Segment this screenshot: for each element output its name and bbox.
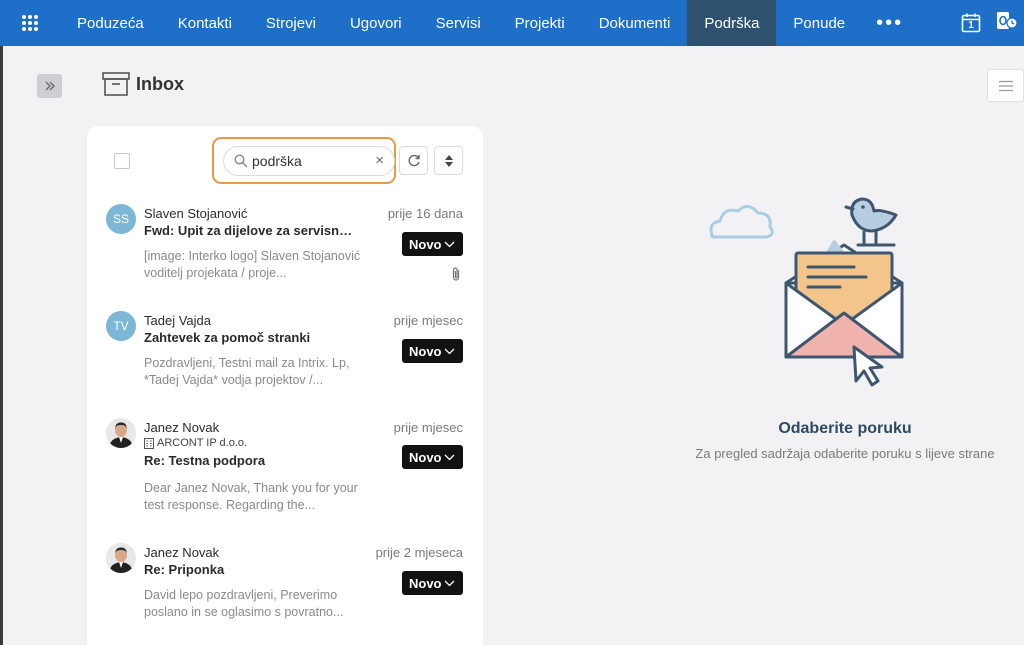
avatar: TV xyxy=(106,311,136,341)
calendar-day: 1 xyxy=(968,20,974,31)
nav-item-podrska[interactable]: Podrška xyxy=(687,0,777,46)
select-all-checkbox[interactable] xyxy=(114,153,130,169)
top-right-icons: 1 xyxy=(960,0,1024,46)
apps-grid-icon xyxy=(22,15,38,31)
nav-item-kontakti[interactable]: Kontakti xyxy=(161,0,249,46)
chevron-down-icon xyxy=(444,454,455,460)
refresh-icon xyxy=(408,154,420,166)
hamburger-menu-button[interactable] xyxy=(987,69,1024,102)
message-date: prije 16 dana xyxy=(387,206,463,221)
avatar xyxy=(106,418,136,448)
nav-item-strojevi[interactable]: Strojevi xyxy=(249,0,333,46)
status-dropdown[interactable]: Novo xyxy=(402,339,463,363)
search-input[interactable] xyxy=(252,152,372,170)
page-header: Inbox xyxy=(102,72,184,96)
calendar-button[interactable]: 1 xyxy=(960,12,982,34)
person-photo-icon xyxy=(106,543,136,573)
message-subject: Fwd: Upit za dijelove za servisnu ra... xyxy=(144,223,359,238)
archive-box-icon xyxy=(102,72,130,96)
nav-item-ponude[interactable]: Ponude xyxy=(776,0,862,46)
message-subject: Re: Testna podpora xyxy=(144,453,266,468)
empty-state-subtitle: Za pregled sadržaja odaberite poruku s l… xyxy=(695,446,995,461)
nav-item-poduzeca[interactable]: Poduzeća xyxy=(60,0,161,46)
message-snippet: David lepo pozdravljeni, Preverimo posla… xyxy=(144,588,344,619)
double-chevron-right-icon xyxy=(45,81,55,91)
search-clear-button[interactable]: × xyxy=(375,152,384,170)
outlook-icon xyxy=(997,11,1018,29)
apps-grid-button[interactable] xyxy=(0,0,60,46)
nav-item-servisi[interactable]: Servisi xyxy=(419,0,498,46)
chevron-down-icon xyxy=(444,580,455,586)
message-sender: Janez Novak xyxy=(144,420,220,435)
message-sender: Slaven Stojanović xyxy=(144,206,248,221)
outlook-button[interactable] xyxy=(996,10,1018,37)
message-item[interactable]: TV Tadej Vajda prije mjesec Zahtevek za … xyxy=(87,311,483,401)
company-name: ARCONT IP d.o.o. xyxy=(157,437,248,449)
avatar: SS xyxy=(106,204,136,234)
message-snippet: Pozdravljeni, Testni mail za Intrix. Lp,… xyxy=(144,356,350,387)
message-sender: Janez Novak xyxy=(144,545,220,560)
message-date: prije mjesec xyxy=(393,420,463,435)
message-snippet: [image: Interko logo] Slaven Stojanović … xyxy=(144,249,361,280)
message-subject: Zahtevek za pomoč stranki xyxy=(144,330,311,345)
sort-button[interactable] xyxy=(434,146,463,175)
chevron-down-icon xyxy=(444,348,455,354)
refresh-button[interactable] xyxy=(399,146,428,175)
cloud-icon xyxy=(709,205,774,239)
hamburger-icon xyxy=(998,80,1013,91)
status-dropdown[interactable]: Novo xyxy=(402,445,463,469)
nav-item-ugovori[interactable]: Ugovori xyxy=(333,0,419,46)
nav-item-dokumenti[interactable]: Dokumenti xyxy=(582,0,688,46)
page-title: Inbox xyxy=(136,73,184,94)
chevron-down-icon xyxy=(444,241,455,247)
message-item[interactable]: Janez Novak prije 2 mjeseca Re: Priponka… xyxy=(87,543,483,633)
message-item[interactable]: Janez Novak prije mjesec ARCONT IP d.o.o… xyxy=(87,418,483,518)
status-label: Novo xyxy=(409,449,442,465)
avatar xyxy=(106,543,136,573)
top-navigation: Poduzeća Kontakti Strojevi Ugovori Servi… xyxy=(0,0,1024,46)
building-icon xyxy=(144,437,154,449)
search-box: × xyxy=(223,146,395,176)
message-item[interactable]: SS Slaven Stojanović prije 16 dana Fwd: … xyxy=(87,204,483,294)
person-photo-icon xyxy=(106,418,136,448)
status-label: Novo xyxy=(409,343,442,359)
nav-more-button[interactable]: ••• xyxy=(862,0,917,46)
message-list-panel: × SS Slaven Stojanović prije 16 dana Fwd… xyxy=(87,126,483,645)
window-edge xyxy=(0,46,3,645)
status-label: Novo xyxy=(409,575,442,591)
expand-sidebar-button[interactable] xyxy=(37,74,62,98)
status-dropdown[interactable]: Novo xyxy=(402,232,463,256)
sort-icon xyxy=(444,154,453,167)
message-date: prije 2 mjeseca xyxy=(375,545,463,560)
empty-state-title: Odaberite poruku xyxy=(778,420,912,437)
message-date: prije mjesec xyxy=(393,313,463,328)
search-icon xyxy=(234,154,248,168)
status-dropdown[interactable]: Novo xyxy=(402,571,463,595)
empty-mailbox-illustration xyxy=(709,197,904,387)
paperclip-icon xyxy=(452,267,460,281)
nav-item-projekti[interactable]: Projekti xyxy=(498,0,582,46)
message-snippet: Dear Janez Novak, Thank you for your tes… xyxy=(144,481,358,512)
message-sender: Tadej Vajda xyxy=(144,313,211,328)
status-label: Novo xyxy=(409,236,442,252)
message-company: ARCONT IP d.o.o. xyxy=(144,437,247,449)
message-subject: Re: Priponka xyxy=(144,562,225,577)
